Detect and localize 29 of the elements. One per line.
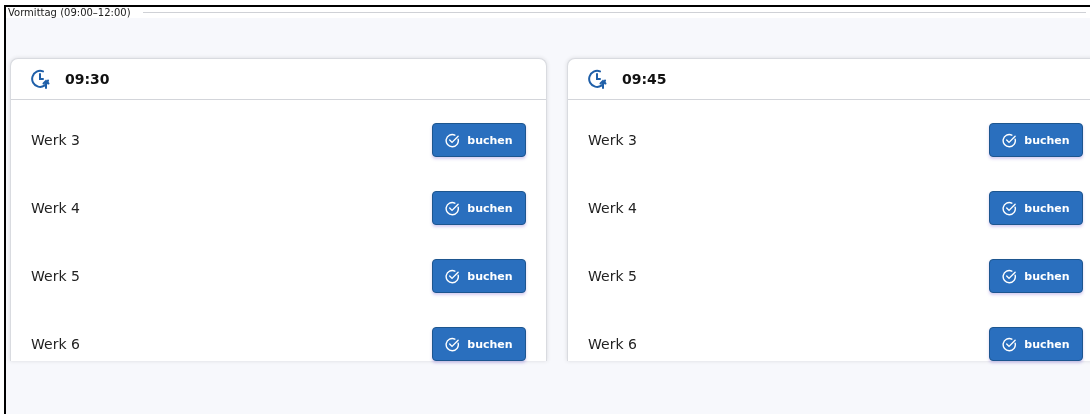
check-circle-icon [1002,132,1018,148]
check-circle-icon [445,336,461,352]
clock-icon [31,68,51,90]
check-circle-icon [445,268,461,284]
book-button[interactable]: buchen [432,327,526,361]
section-title: Vormittag (09:00–12:00) [6,7,133,18]
plant-name: Werk 6 [588,336,637,352]
plant-name: Werk 3 [31,132,80,148]
plant-name: Werk 3 [588,132,637,148]
book-button[interactable]: buchen [989,191,1083,225]
book-button[interactable]: buchen [432,259,526,293]
slot-time: 09:45 [622,71,667,87]
check-circle-icon [1002,336,1018,352]
slot-time: 09:30 [65,71,110,87]
plant-name: Werk 5 [588,268,637,284]
plant-name: Werk 6 [31,336,80,352]
check-circle-icon [1002,268,1018,284]
book-button[interactable]: buchen [989,123,1083,157]
book-button[interactable]: buchen [989,259,1083,293]
book-button[interactable]: buchen [432,123,526,157]
check-circle-icon [1002,200,1018,216]
plant-name: Werk 4 [588,200,637,216]
plant-name: Werk 4 [31,200,80,216]
clock-icon [588,68,608,90]
check-circle-icon [445,132,461,148]
book-button[interactable]: buchen [989,327,1083,361]
book-button[interactable]: buchen [432,191,526,225]
plant-name: Werk 5 [31,268,80,284]
check-circle-icon [445,200,461,216]
